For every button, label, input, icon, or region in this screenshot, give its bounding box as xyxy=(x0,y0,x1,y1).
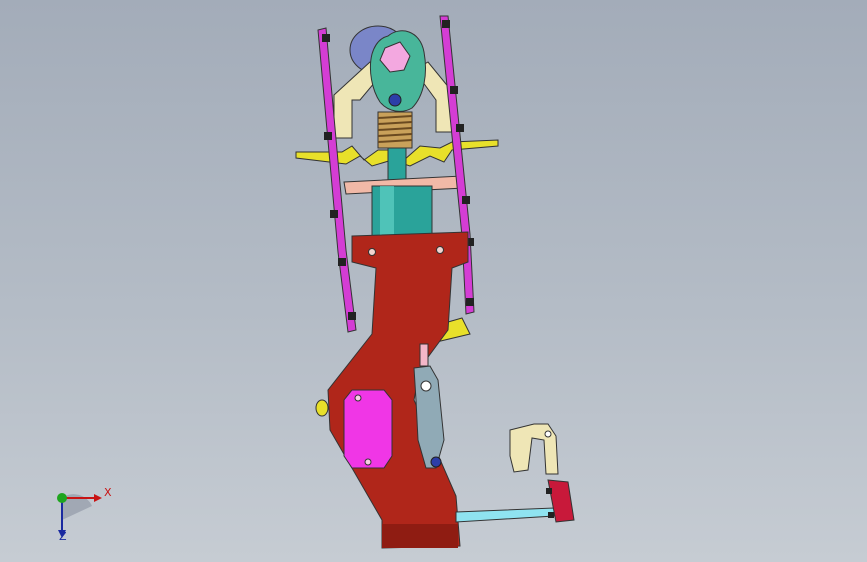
pink-strip[interactable] xyxy=(419,343,429,367)
frame-hole-left xyxy=(368,248,376,256)
magenta-block-hole-top xyxy=(354,394,362,402)
magenta-block[interactable] xyxy=(343,389,393,469)
x-axis-label: X xyxy=(104,486,112,499)
graphics-viewport[interactable]: X Z xyxy=(0,0,867,562)
right-hook-hole xyxy=(544,430,552,438)
lever-bolt[interactable] xyxy=(430,456,442,468)
left-side-link[interactable] xyxy=(317,27,357,333)
cylinder-highlight xyxy=(380,186,394,238)
mechanism-assembly-model[interactable] xyxy=(0,0,867,562)
z-axis-label: Z xyxy=(59,530,67,543)
lever-pivot[interactable] xyxy=(420,380,432,392)
right-hook[interactable] xyxy=(509,423,559,475)
y-axis-origin xyxy=(57,493,67,503)
shaft[interactable] xyxy=(387,147,407,183)
frame-hole-right xyxy=(436,246,444,254)
cyan-rod[interactable] xyxy=(455,507,555,523)
x-axis-arrow xyxy=(94,494,102,502)
magenta-block-hole-bottom xyxy=(364,458,372,466)
frame-lower-band xyxy=(382,524,458,548)
cam-pin[interactable] xyxy=(388,93,402,107)
small-yellow-roller[interactable] xyxy=(315,399,329,417)
